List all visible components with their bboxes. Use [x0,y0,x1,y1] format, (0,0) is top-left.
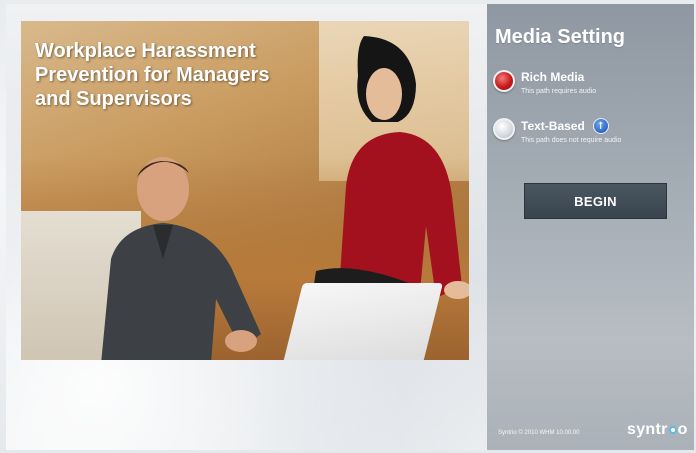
info-icon[interactable]: ↑ [592,118,609,134]
syntrio-logo: syntr o [627,421,688,439]
begin-button[interactable]: BEGIN [524,183,667,219]
text-based-option[interactable]: Text-Based ↑ This path does not require … [493,118,621,146]
text-based-text: Text-Based ↑ This path does not require … [521,118,621,146]
radio-unselected-icon[interactable] [493,118,515,140]
man-figure [101,157,261,360]
radio-selected-icon[interactable] [493,70,515,92]
rich-media-description: This path requires audio [521,88,597,95]
media-setting-panel: Media Setting Rich Media This path requi… [487,4,694,450]
course-title: Workplace Harassment Prevention for Mana… [35,40,270,110]
copyright-text: Syntrio © 2010 WHM 10.00.00 [498,430,580,436]
rich-media-text: Rich Media This path requires audio [521,70,596,97]
logo-dot-icon [668,426,677,434]
logo-text-end: o [677,421,688,438]
logo-text-start: syntr [627,421,668,438]
hero-photo: Workplace Harassment Prevention for Mana… [21,21,469,360]
rich-media-label: Rich Media [521,70,596,85]
rich-media-label-text: Rich Media [521,70,585,84]
panel-title: Media Setting [495,26,626,48]
text-based-label: Text-Based ↑ [521,118,621,134]
text-based-description: This path does not require audio [521,137,622,144]
text-based-label-text: Text-Based [521,118,585,133]
course-launch-screen: Workplace Harassment Prevention for Mana… [0,0,696,453]
computer-monitor [283,283,443,360]
rich-media-option[interactable]: Rich Media This path requires audio [493,70,596,97]
